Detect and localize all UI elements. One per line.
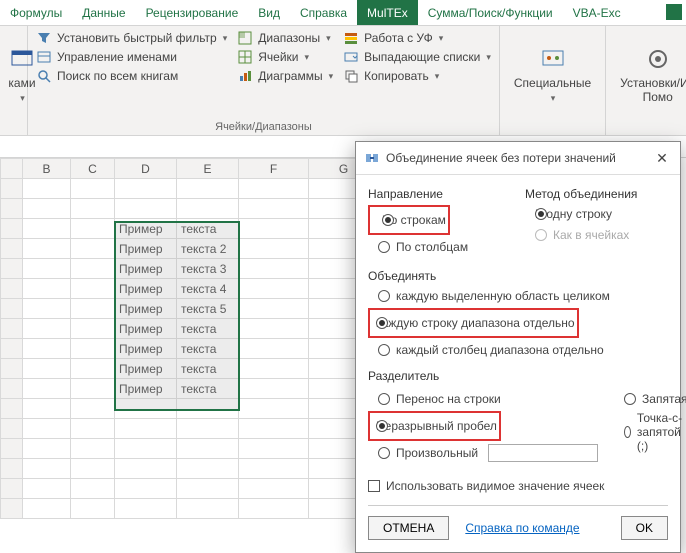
opt-custom[interactable]: Произвольный: [378, 444, 598, 462]
method-label: Метод объединения: [525, 187, 668, 201]
cf-icon: [343, 30, 359, 46]
cmd-label: Работа с УФ: [364, 31, 433, 45]
cmd-search-books[interactable]: Поиск по всем книгам: [36, 68, 227, 84]
opt-by-rows[interactable]: По строкам: [382, 211, 446, 229]
opt-each-col[interactable]: каждый столбец диапазона отдельно: [378, 341, 668, 359]
opt-use-visible[interactable]: Использовать видимое значение ячеек: [368, 477, 668, 495]
ribbon-group-cells: Установить быстрый фильтр▾ Управление им…: [28, 26, 500, 135]
tab-help[interactable]: Справка: [290, 0, 357, 25]
merge-icon: [364, 150, 380, 166]
ribbon-group-install: Установки/ИнПомо: [606, 26, 686, 135]
dialog-title: Объединение ячеек без потери значений: [386, 151, 646, 165]
close-button[interactable]: ✕: [652, 148, 672, 168]
cmd-cells[interactable]: Ячейки▾: [237, 49, 333, 65]
cmd-dropdowns[interactable]: Выпадающие списки▾: [343, 49, 491, 65]
ribbon: ками▾ Установить быстрый фильтр▾ Управле…: [0, 26, 686, 136]
filter-icon: [36, 30, 52, 46]
ribbon-group-special: Специальные▾: [500, 26, 606, 135]
cmd-quick-filter[interactable]: Установить быстрый фильтр▾: [36, 30, 227, 46]
sep-label: Разделитель: [368, 369, 668, 383]
merge-cells-dialog: Объединение ячеек без потери значений ✕ …: [355, 141, 681, 553]
cmd-install[interactable]: Установки/ИнПомо: [614, 30, 686, 119]
tab-review[interactable]: Рецензирование: [136, 0, 249, 25]
opt-as-cells: Как в ячейках: [535, 226, 668, 244]
cmd-label: Копировать: [364, 69, 429, 83]
cmd-label: Ячейки: [258, 50, 298, 64]
cmd-label: Специальные: [514, 76, 591, 90]
checkbox-icon: [368, 480, 380, 492]
range-icon: [237, 30, 253, 46]
dropdown-icon: [343, 49, 359, 65]
cmd-label2: Помо: [643, 90, 673, 104]
cmd-label: Установить быстрый фильтр: [57, 31, 217, 45]
radio-icon: [624, 393, 636, 405]
tab-vba[interactable]: VBA-Exc: [563, 0, 631, 25]
merge-label: Объединять: [368, 269, 668, 283]
cancel-button[interactable]: ОТМЕНА: [368, 516, 449, 540]
opt-newline[interactable]: Перенос на строки: [378, 390, 598, 408]
cmd-label: Диаграммы: [258, 69, 322, 83]
cmd-label: Установки/Ин: [620, 76, 686, 90]
cmd-copy[interactable]: Копировать▾: [343, 68, 491, 84]
opt-each-row[interactable]: каждую строку диапазона отдельно: [376, 314, 575, 332]
radio-icon: [624, 426, 631, 438]
radio-icon: [535, 229, 547, 241]
ribbon-group-truncated: ками▾: [0, 26, 28, 135]
opt-one-line[interactable]: В одну строку: [535, 205, 668, 223]
names-icon: [36, 49, 52, 65]
cmd-charts[interactable]: Диаграммы▾: [237, 68, 333, 84]
ok-button[interactable]: OK: [621, 516, 668, 540]
ribbon-tabstrip: Формулы Данные Рецензирование Вид Справк…: [0, 0, 686, 26]
special-icon: [539, 45, 567, 73]
tab-data[interactable]: Данные: [72, 0, 135, 25]
radio-icon: [378, 290, 390, 302]
custom-sep-input[interactable]: [488, 444, 598, 462]
cmd-label: Поиск по всем книгам: [57, 69, 178, 83]
opt-semi[interactable]: Точка-с-запятой (;): [624, 411, 686, 453]
direction-label: Направление: [368, 187, 511, 201]
cells-icon: [237, 49, 253, 65]
cmd-label: Выпадающие списки: [364, 50, 480, 64]
opt-whole[interactable]: каждую выделенную область целиком: [378, 287, 668, 305]
tab-view[interactable]: Вид: [248, 0, 290, 25]
cmd-label: Диапазоны: [258, 31, 320, 45]
chart-icon: [237, 68, 253, 84]
copy-icon: [343, 68, 359, 84]
cmd-special[interactable]: Специальные▾: [508, 30, 597, 119]
opt-nbsp[interactable]: Неразрывный пробел: [376, 417, 497, 435]
app-accent-square: [666, 4, 682, 20]
gear-icon: [644, 45, 672, 73]
cmd-cf[interactable]: Работа с УФ▾: [343, 30, 491, 46]
tab-formulas[interactable]: Формулы: [0, 0, 72, 25]
radio-icon: [378, 344, 390, 356]
cmd-label: Управление именами: [57, 50, 177, 64]
tab-sum-search[interactable]: Сумма/Поиск/Функции: [418, 0, 563, 25]
opt-by-cols[interactable]: По столбцам: [378, 238, 511, 256]
cmd-name-manager[interactable]: Управление именами: [36, 49, 227, 65]
opt-comma[interactable]: Запятая: [624, 390, 686, 408]
cmd-ranges[interactable]: Диапазоны▾: [237, 30, 333, 46]
radio-icon: [378, 447, 390, 459]
radio-icon: [378, 241, 390, 253]
search-icon: [36, 68, 52, 84]
group-caption: Ячейки/Диапазоны: [36, 119, 491, 133]
tab-multex[interactable]: MulTEx: [357, 0, 418, 25]
help-link[interactable]: Справка по команде: [465, 521, 579, 535]
radio-icon: [378, 393, 390, 405]
